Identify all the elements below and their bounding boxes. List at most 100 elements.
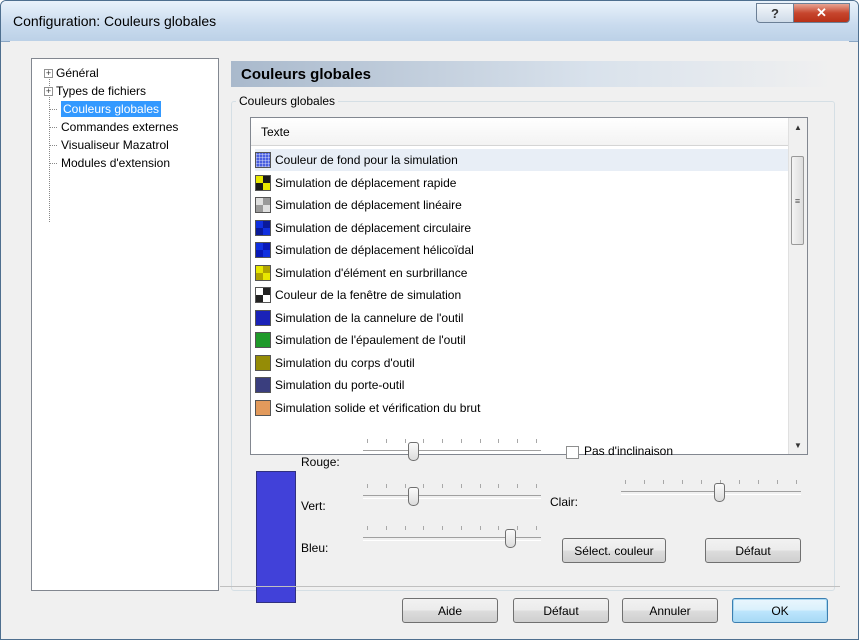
slider-ticks — [367, 484, 537, 489]
color-swatch-icon — [255, 399, 271, 416]
color-swatch-icon — [255, 219, 271, 236]
ok-button[interactable]: OK — [732, 598, 828, 623]
tree-item-label: Modules d'extension — [61, 156, 171, 170]
green-slider[interactable] — [363, 481, 541, 511]
color-swatch-icon — [255, 377, 271, 393]
expand-icon[interactable]: + — [44, 86, 53, 96]
expand-icon[interactable]: + — [44, 68, 53, 78]
color-swatch-icon — [255, 152, 271, 168]
tree-connector — [49, 126, 57, 128]
color-default-label: Défaut — [735, 543, 771, 558]
list-item-label: Simulation du porte-outil — [275, 378, 405, 392]
help-title-button[interactable]: ? — [756, 3, 794, 23]
tree-connector — [49, 108, 57, 110]
panel-title: Couleurs globales — [241, 66, 372, 83]
list-item-label: Simulation de déplacement hélicoïdal — [275, 243, 474, 257]
slider-thumb[interactable] — [714, 483, 725, 502]
list-item[interactable]: Simulation de déplacement hélicoïdal — [255, 239, 788, 261]
tree-connector — [49, 162, 57, 164]
color-swatch-icon — [255, 174, 271, 191]
default-label: Défaut — [543, 603, 579, 618]
tree-item-label: Général — [56, 66, 99, 80]
default-button[interactable]: Défaut — [513, 598, 609, 623]
brightness-label: Clair: — [550, 495, 579, 509]
slider-track — [363, 495, 541, 499]
help-label: Aide — [437, 603, 463, 618]
list-item[interactable]: Simulation de la cannelure de l'outil — [255, 307, 788, 329]
help-button[interactable]: Aide — [402, 598, 498, 623]
cancel-button[interactable]: Annuler — [622, 598, 718, 623]
color-preview — [256, 471, 296, 603]
list-item[interactable]: Simulation de l'épaulement de l'outil — [255, 329, 788, 351]
tree-item-label: Types de fichiers — [56, 84, 147, 98]
tree-item-global-colors[interactable]: Couleurs globales — [49, 100, 162, 118]
select-color-button[interactable]: Sélect. couleur — [562, 538, 666, 563]
dialog-body: + Général + Types de fichiers Couleurs g… — [10, 41, 849, 631]
color-swatch-icon — [255, 197, 271, 213]
color-list[interactable]: Texte Couleur de fond pour la simulation… — [250, 117, 808, 455]
slider-thumb[interactable] — [408, 487, 419, 506]
list-item-label: Simulation de déplacement rapide — [275, 175, 457, 190]
tree-item-label: Commandes externes — [61, 120, 179, 134]
tree-item-label: Visualiseur Mazatrol — [61, 138, 169, 152]
list-item[interactable]: Simulation de déplacement linéaire — [255, 194, 788, 216]
list-item[interactable]: Simulation de déplacement rapide — [255, 172, 788, 194]
list-item[interactable]: Simulation d'élément en surbrillance — [255, 262, 788, 284]
color-swatch-icon — [255, 354, 271, 371]
slider-ticks — [367, 439, 537, 444]
list-scrollbar[interactable]: ▲ ≡ ▼ — [788, 118, 807, 454]
red-slider[interactable] — [363, 436, 541, 466]
slider-track — [621, 491, 801, 495]
select-color-label: Sélect. couleur — [574, 543, 654, 558]
list-item[interactable]: Simulation de déplacement circulaire — [255, 217, 788, 239]
list-item-label: Simulation de la cannelure de l'outil — [275, 310, 464, 325]
group-label: Couleurs globales — [236, 94, 339, 108]
slider-thumb[interactable] — [408, 442, 419, 461]
list-item-label: Couleur de fond pour la simulation — [275, 153, 458, 167]
tree-connector — [49, 144, 57, 146]
settings-tree[interactable]: + Général + Types de fichiers Couleurs g… — [31, 58, 219, 591]
window-title: Configuration: Couleurs globales — [13, 13, 217, 29]
list-item[interactable]: Couleur de la fenêtre de simulation — [255, 284, 788, 306]
brightness-slider[interactable] — [621, 477, 801, 507]
help-icon: ? — [771, 5, 779, 21]
ok-label: OK — [771, 603, 789, 618]
tree-item-general[interactable]: + Général — [44, 64, 99, 82]
no-tilt-checkbox[interactable] — [566, 446, 579, 459]
color-swatch-icon — [255, 264, 271, 281]
list-item[interactable]: Simulation du corps d'outil — [255, 352, 788, 374]
tree-item-file-types[interactable]: + Types de fichiers — [44, 82, 146, 100]
red-label: Rouge: — [301, 455, 340, 469]
slider-ticks — [625, 480, 797, 485]
tree-item-external-commands[interactable]: Commandes externes — [49, 118, 178, 136]
footer-separator — [220, 586, 840, 587]
list-item-label: Simulation d'élément en surbrillance — [275, 265, 468, 280]
tree-item-mazatrol-viewer[interactable]: Visualiseur Mazatrol — [49, 136, 169, 154]
blue-label: Bleu: — [301, 541, 329, 555]
tree-item-extension-modules[interactable]: Modules d'extension — [49, 154, 170, 172]
list-item[interactable]: Simulation solide et vérification du bru… — [255, 397, 788, 419]
color-swatch-icon — [255, 332, 271, 348]
scroll-thumb[interactable]: ≡ — [791, 156, 804, 245]
panel-header: Couleurs globales — [231, 61, 833, 87]
list-item-label: Simulation de déplacement linéaire — [275, 198, 462, 212]
list-item-label: Couleur de la fenêtre de simulation — [275, 288, 462, 302]
color-swatch-icon — [255, 242, 271, 258]
close-icon: ✕ — [816, 5, 827, 20]
slider-thumb[interactable] — [505, 529, 516, 548]
list-item[interactable]: Couleur de fond pour la simulation — [255, 149, 788, 171]
list-item-label: Simulation du corps d'outil — [275, 355, 415, 370]
scroll-down-icon[interactable]: ▼ — [789, 436, 807, 454]
close-button[interactable]: ✕ — [793, 3, 850, 23]
list-item-label: Simulation solide et vérification du bru… — [275, 400, 481, 415]
blue-slider[interactable] — [363, 523, 541, 553]
list-column-header[interactable]: Texte — [251, 118, 788, 146]
list-item[interactable]: Simulation du porte-outil — [255, 374, 788, 396]
color-default-button[interactable]: Défaut — [705, 538, 801, 563]
green-label: Vert: — [301, 499, 326, 513]
color-swatch-icon — [255, 287, 271, 303]
no-tilt-label[interactable]: Pas d'inclinaison — [584, 444, 673, 458]
slider-track — [363, 450, 541, 454]
list-item-label: Simulation de déplacement circulaire — [275, 220, 472, 235]
scroll-up-icon[interactable]: ▲ — [789, 118, 807, 136]
